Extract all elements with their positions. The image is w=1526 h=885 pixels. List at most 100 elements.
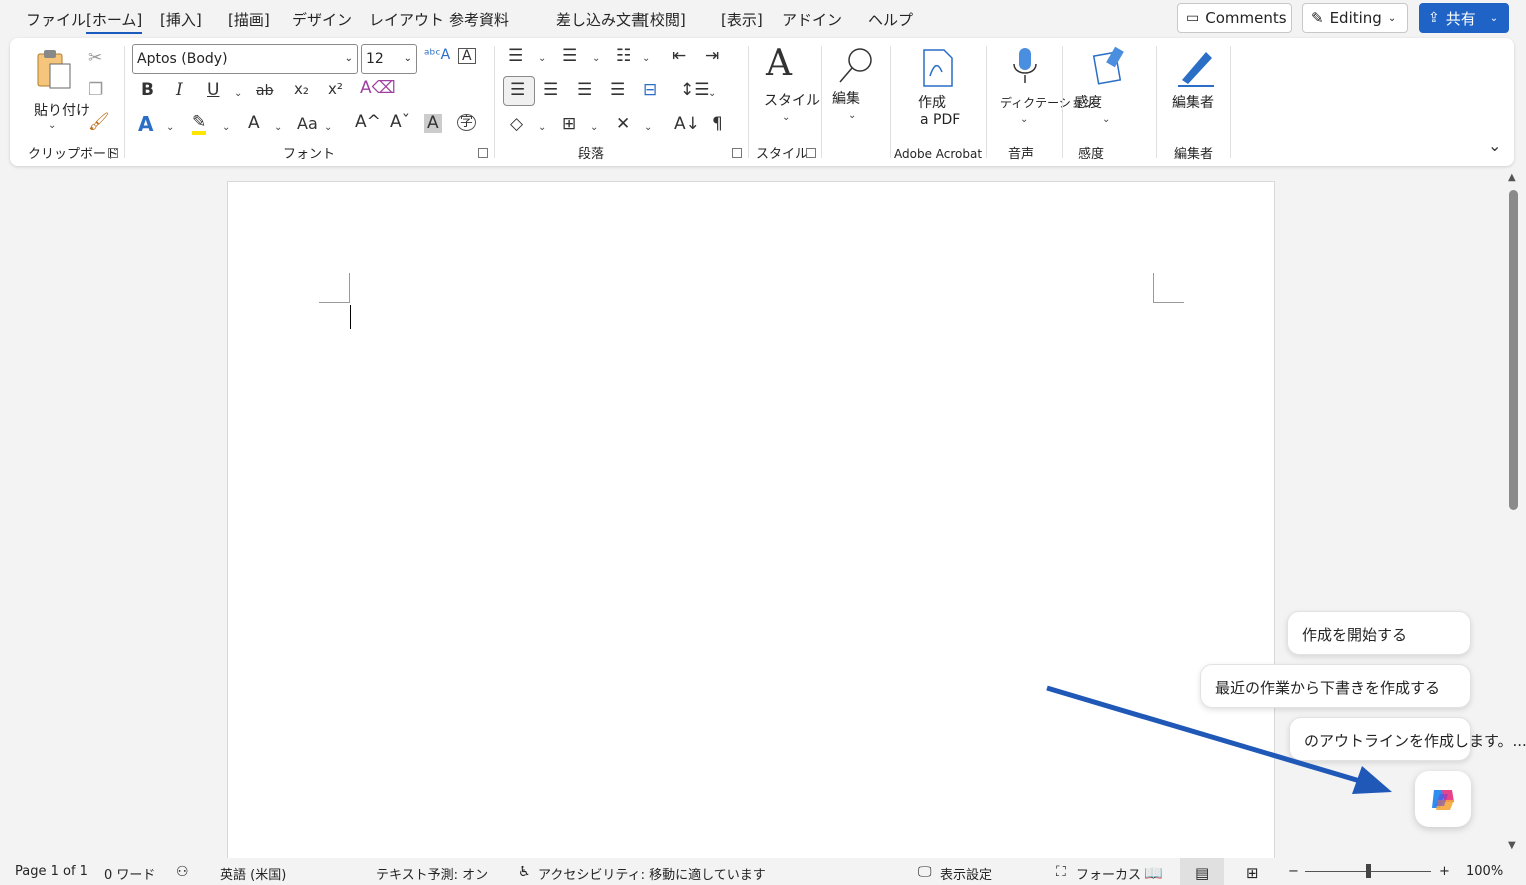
italic-button[interactable]: I [176,82,183,99]
comments-button[interactable]: ▭ Comments [1177,3,1292,33]
editor-pen-icon [1178,52,1214,87]
phonetic-guide-button[interactable]: 字 [457,114,477,131]
language-status[interactable]: 英語 (米国) [220,864,286,883]
chevron-down-icon[interactable]: ⌄ [592,53,600,64]
character-shading-button[interactable]: A [424,114,442,133]
chevron-down-icon[interactable]: ⌄ [708,88,716,99]
clipboard-launcher-icon[interactable] [108,148,118,158]
shrink-font-button[interactable]: Aˇ [390,114,410,131]
scroll-down-icon[interactable]: ▼ [1508,840,1516,851]
underline-button[interactable]: U [207,82,219,99]
tab-mailings[interactable]: 差し込み文書 [556,9,646,30]
font-color-button[interactable]: A [248,115,260,132]
increase-indent-icon[interactable]: ⇥ [705,48,719,65]
paragraph-launcher-icon[interactable] [732,148,742,158]
display-settings-button[interactable]: 表示設定 [940,864,992,883]
zoom-slider-thumb[interactable] [1366,864,1371,878]
editing-button[interactable]: 編集 ⌄ [828,46,886,132]
copilot-suggestion-start[interactable]: 作成を開始する [1287,611,1471,655]
read-mode-icon[interactable]: 📖 [1144,864,1163,882]
tab-home[interactable]: [ホーム] [86,9,143,34]
line-spacing-icon[interactable]: ↕☰ [680,82,709,99]
justify-icon[interactable]: ☰ [610,82,625,99]
web-layout-icon[interactable]: ⊞ [1246,864,1259,882]
comment-icon: ▭ [1186,10,1200,26]
grow-font-button[interactable]: A^ [355,114,381,131]
tab-help[interactable]: ヘルプ [868,9,913,30]
align-center-icon[interactable]: ☰ [543,82,558,99]
chevron-down-icon[interactable]: ⌄ [644,122,652,133]
create-pdf-button[interactable]: 作成 a PDF [906,46,968,132]
copy-icon[interactable]: ❐ [88,82,103,99]
editor-button[interactable]: 編集者 [1168,46,1234,132]
editing-mode-button[interactable]: ✎ Editing ⌄ [1302,3,1408,33]
tab-insert[interactable]: [挿入] [160,9,202,30]
cut-icon[interactable]: ✂ [88,50,102,67]
clear-formatting-icon[interactable]: A⌫ [360,80,396,97]
chevron-down-icon[interactable]: ⌄ [538,122,546,133]
scroll-up-icon[interactable]: ▲ [1508,172,1516,183]
superscript-button[interactable]: x² [328,82,343,97]
change-case-button[interactable]: Aa [297,116,318,132]
zoom-percent[interactable]: 100% [1466,864,1503,879]
sensitivity-button[interactable]: 感度 ⌄ [1072,46,1138,132]
chevron-down-icon[interactable]: ⌄ [234,88,242,99]
chevron-down-icon[interactable]: ⌄ [538,53,546,64]
chevron-down-icon[interactable]: ⌄ [166,122,174,133]
format-painter-icon[interactable]: 🖌 [88,114,110,131]
show-marks-button[interactable]: ¶ [712,116,723,133]
zoom-out-button[interactable]: − [1288,864,1299,879]
clear-formatting-box-icon[interactable]: A [458,48,476,64]
collapse-ribbon-icon[interactable]: ⌄ [1488,138,1501,154]
decrease-indent-icon[interactable]: ⇤ [672,48,686,65]
subscript-button[interactable]: x₂ [294,82,309,97]
chevron-down-icon[interactable]: ⌄ [324,122,332,133]
chevron-down-icon[interactable]: ⌄ [642,53,650,64]
tab-references[interactable]: 参考資料 [449,9,509,30]
word-count[interactable]: 0 ワード [104,864,155,883]
scrollbar-thumb[interactable] [1509,190,1518,510]
asian-layout-icon[interactable]: ✕ [616,116,630,133]
tab-layout[interactable]: レイアウト [369,9,444,30]
strikethrough-button[interactable]: ab [256,84,273,98]
styles-launcher-icon[interactable] [806,148,816,158]
annotation-arrow [1046,685,1392,794]
dictate-button[interactable]: ディクテーション ⌄ [998,46,1095,132]
align-right-icon[interactable]: ☰ [577,82,592,99]
numbering-icon[interactable]: ☰ [562,48,577,65]
paste-button[interactable]: 貼り付け ⌄ [28,46,90,131]
bullets-icon[interactable]: ☰ [508,48,523,65]
styles-button[interactable]: A スタイル ⌄ [758,46,820,132]
chevron-down-icon[interactable]: ⌄ [274,122,282,133]
tab-draw[interactable]: [描画] [228,9,270,30]
multilevel-list-icon[interactable]: ☷ [616,48,631,65]
tab-view[interactable]: [表示] [721,9,763,30]
spelling-icon[interactable]: ᵃᵇᶜA [424,48,450,62]
shading-icon[interactable]: ◇ [510,116,523,133]
tab-design[interactable]: デザイン [292,9,352,30]
chevron-down-icon[interactable]: ⌄ [222,122,230,133]
align-left-icon[interactable]: ☰ [510,82,525,99]
tab-file[interactable]: ファイル [26,9,86,30]
chevron-down-icon[interactable]: ⌄ [590,122,598,133]
accessibility-status[interactable]: アクセシビリティ: 移動に適しています [538,864,766,883]
highlighter-icon[interactable]: ✎ [192,114,207,135]
sort-icon[interactable]: A↓ [674,116,700,133]
page-count[interactable]: Page 1 of 1 [15,864,88,879]
share-button[interactable]: ⇪ 共有 ⌄ [1419,3,1509,33]
font-launcher-icon[interactable] [478,148,488,158]
borders-icon[interactable]: ⊞ [562,116,576,133]
copilot-button[interactable] [1415,771,1471,827]
tab-review[interactable]: [校閲] [644,9,686,30]
font-name-combo[interactable]: Aptos (Body) ⌄ [132,44,358,74]
focus-button[interactable]: フォーカス [1076,864,1141,883]
tab-addins[interactable]: アドイン [782,9,842,30]
text-prediction-status[interactable]: テキスト予測: オン [376,864,488,883]
distributed-icon[interactable]: ⊟ [643,82,657,99]
text-effects-button[interactable]: A [138,114,153,134]
proofing-icon[interactable]: ⚇ [176,864,189,880]
print-layout-icon[interactable]: ▤ [1195,864,1209,882]
zoom-in-button[interactable]: + [1439,864,1450,879]
font-size-combo[interactable]: 12 ⌄ [361,44,417,74]
bold-button[interactable]: B [141,82,154,99]
